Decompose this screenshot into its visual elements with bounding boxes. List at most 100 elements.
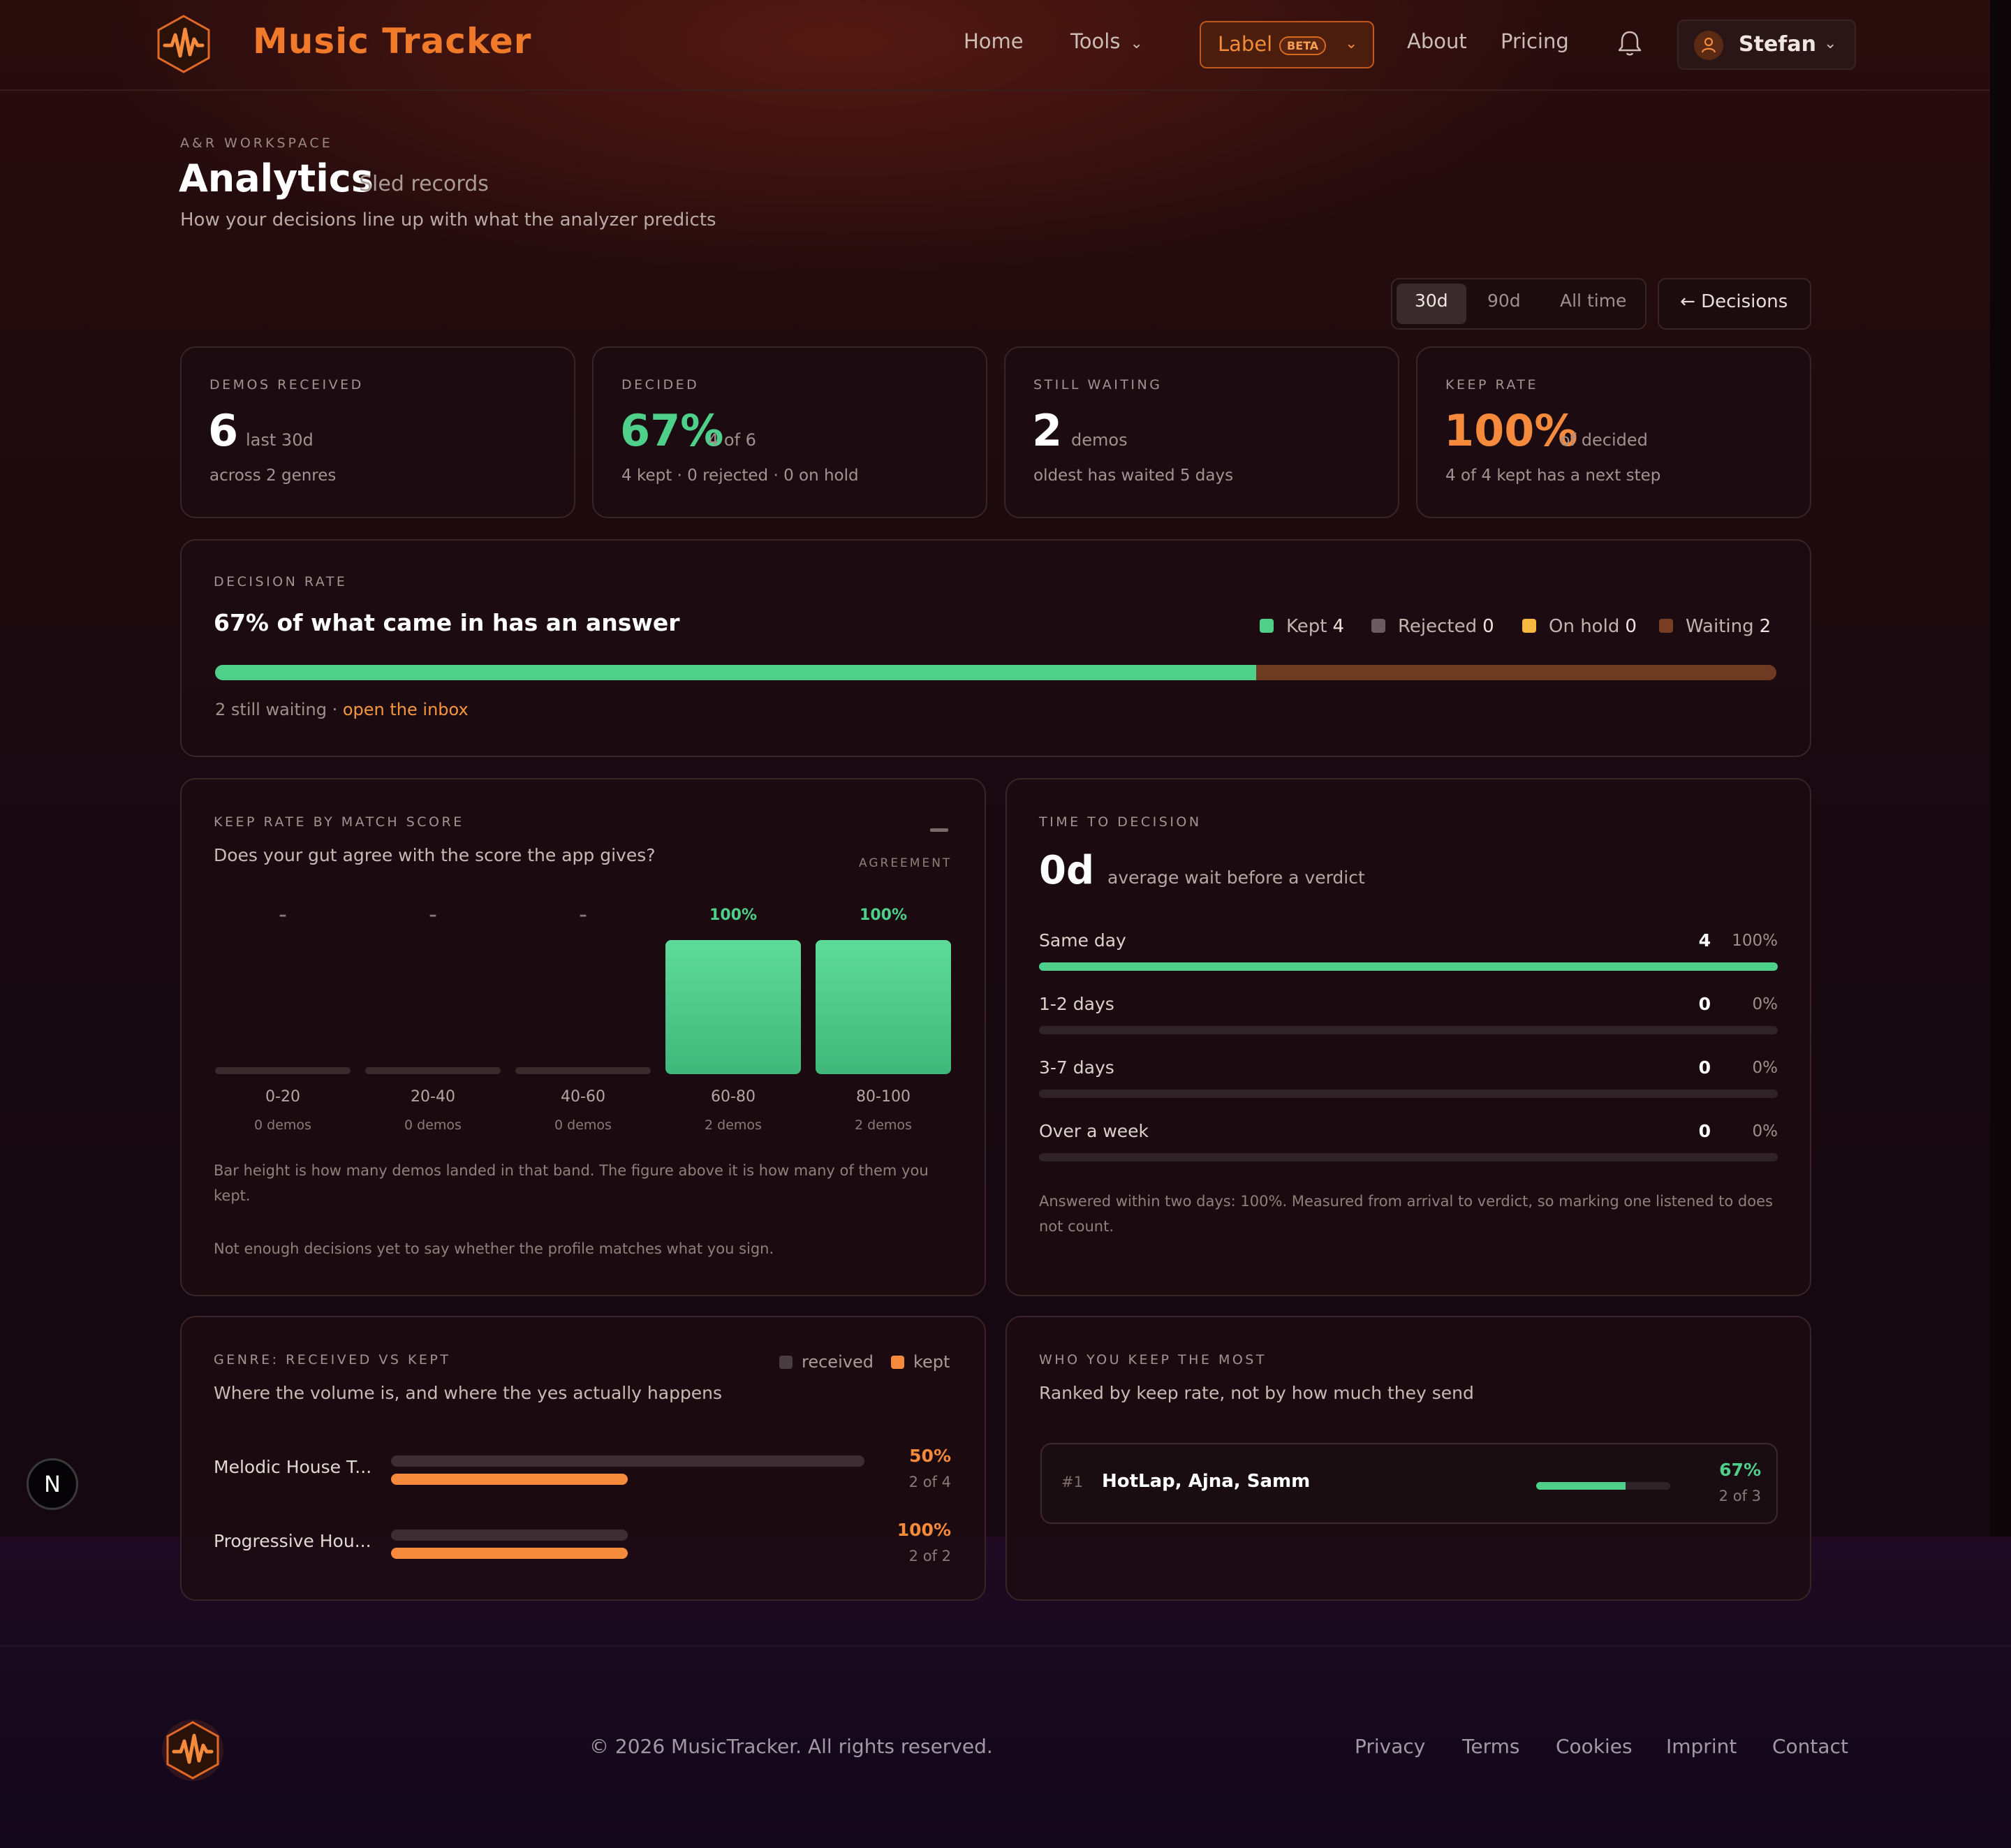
ttd-row-count: 0 [1698, 994, 1711, 1014]
band-keep-label: – [279, 907, 287, 924]
range-option-90d[interactable]: 90d [1487, 291, 1521, 311]
stat-foot: 4 of 4 kept has a next step [1445, 467, 1661, 485]
footer-link-terms[interactable]: Terms [1462, 1735, 1519, 1758]
nav-about[interactable]: About [1407, 29, 1467, 53]
chevron-down-icon: ⌄ [1130, 35, 1143, 52]
legend-name: kept [913, 1352, 950, 1372]
ttd-row-bar [1039, 1090, 1778, 1098]
footer-divider [0, 1645, 2011, 1647]
footer-link-privacy[interactable]: Privacy [1355, 1735, 1425, 1758]
agreement-label: AGREEMENT [859, 856, 952, 870]
who-you-keep-label: WHO YOU KEEP THE MOST [1039, 1352, 1267, 1367]
artist-row[interactable]: #1 HotLap, Ajna, Samm 67% 2 of 3 [1040, 1443, 1778, 1524]
band-range-label: 60-80 [711, 1088, 756, 1106]
band-keep-label: 100% [709, 907, 757, 924]
stat-label: DECIDED [621, 377, 700, 393]
brand-logo-icon[interactable] [154, 14, 214, 74]
nav-home[interactable]: Home [964, 29, 1024, 53]
collapse-icon[interactable] [930, 828, 948, 832]
floating-n-badge[interactable]: N [27, 1458, 78, 1510]
decisions-button[interactable]: ← Decisions [1658, 278, 1811, 330]
ttd-row-label: Same day [1039, 930, 1126, 951]
legend-name: On hold [1549, 616, 1620, 637]
legend-kept: Kept 4 [1260, 616, 1344, 637]
legend-waiting: Waiting 2 [1659, 616, 1771, 637]
keep-rate-label: KEEP RATE BY MATCH SCORE [214, 814, 464, 830]
decision-rate-note-text: 2 still waiting · [215, 700, 343, 719]
band-count-label: 2 demos [855, 1117, 912, 1133]
footer-copyright: © 2026 MusicTracker. All rights reserved… [589, 1735, 993, 1758]
footer-link-imprint[interactable]: Imprint [1666, 1735, 1737, 1758]
time-to-decision-note: Answered within two days: 100%. Measured… [1039, 1193, 1773, 1235]
page-title-sub: Sled records [359, 172, 489, 196]
stat-foot: across 2 genres [209, 467, 337, 485]
scrollbar-track[interactable] [1990, 0, 2011, 1537]
decision-rate-kept-fill [215, 665, 1257, 680]
ttd-row-pct: 100% [1732, 932, 1778, 950]
stat-unit: demos [1071, 430, 1128, 450]
time-range-selector: 30d 90d All time [1391, 278, 1647, 330]
band-bar-empty [365, 1067, 501, 1074]
footer-logo-icon[interactable] [159, 1717, 226, 1784]
ttd-row-bar [1039, 962, 1778, 971]
ttd-row-count: 0 [1698, 1121, 1711, 1141]
ttd-row-bar [1039, 1026, 1778, 1034]
brand-name[interactable]: Music Tracker [253, 21, 531, 61]
decision-rate-card [180, 539, 1811, 757]
stat-unit: last 30d [246, 430, 314, 450]
ttd-row-bar [1039, 1153, 1778, 1161]
ttd-row-label: 3-7 days [1039, 1057, 1114, 1078]
legend-name: received [802, 1352, 874, 1372]
legend-on-hold: On hold 0 [1522, 616, 1637, 637]
genre-kept-bar [391, 1474, 628, 1485]
nav-label-text: Label [1218, 32, 1273, 56]
band-count-label: 2 demos [705, 1117, 762, 1133]
nav-tools[interactable]: Tools ⌄ [1070, 29, 1143, 53]
artist-name: HotLap, Ajna, Samm [1102, 1471, 1311, 1492]
footer-link-contact[interactable]: Contact [1772, 1735, 1848, 1758]
nav-label-dropdown[interactable]: Label BETA ⌄ [1200, 21, 1374, 68]
ttd-row-label: 1-2 days [1039, 994, 1114, 1014]
range-option-all-time[interactable]: All time [1560, 291, 1626, 311]
genre-keep-frac: 2 of 2 [908, 1548, 951, 1564]
artist-keep-pct: 67% [1719, 1460, 1761, 1480]
band-keep-label: 100% [860, 907, 907, 924]
genre-name: Melodic House T... [214, 1457, 372, 1477]
legend-value: 2 [1759, 616, 1771, 637]
time-to-decision-label: TIME TO DECISION [1039, 814, 1202, 830]
open-inbox-link[interactable]: open the inbox [343, 700, 469, 719]
keep-rate-note-2: Not enough decisions yet to say whether … [214, 1240, 774, 1257]
artist-keep-fill [1536, 1482, 1626, 1490]
user-name: Stefan [1739, 32, 1816, 57]
stat-value: 100% [1444, 405, 1578, 456]
genre-legend-received: received [779, 1352, 874, 1372]
legend-rejected: Rejected 0 [1371, 616, 1494, 637]
chevron-down-icon: ⌄ [1824, 35, 1837, 52]
beta-badge: BETA [1279, 36, 1327, 55]
bell-icon[interactable] [1614, 28, 1645, 59]
legend-swatch [1371, 619, 1385, 633]
decision-rate-note: 2 still waiting · open the inbox [215, 700, 469, 719]
keep-rate-description: Does your gut agree with the score the a… [214, 845, 656, 865]
legend-swatch [891, 1356, 904, 1369]
range-option-30d[interactable]: 30d [1415, 291, 1448, 311]
genre-description: Where the volume is, and where the yes a… [214, 1383, 723, 1403]
legend-value: 0 [1482, 616, 1494, 637]
stat-card-still-waiting: STILL WAITING 2 demos oldest has waited … [1004, 346, 1399, 518]
band-range-label: 40-60 [561, 1088, 605, 1106]
stat-card-keep-rate: KEEP RATE 100% of decided 4 of 4 kept ha… [1416, 346, 1811, 518]
band-count-label: 0 demos [404, 1117, 462, 1133]
artist-keep-frac: 2 of 3 [1718, 1488, 1761, 1504]
user-menu-button[interactable]: Stefan ⌄ [1677, 20, 1856, 70]
legend-swatch [1659, 619, 1673, 633]
genre-name: Progressive Hou... [214, 1531, 371, 1551]
legend-swatch [779, 1356, 793, 1369]
nav-pricing[interactable]: Pricing [1501, 29, 1569, 53]
band-bar [665, 940, 801, 1074]
footer-link-cookies[interactable]: Cookies [1556, 1735, 1633, 1758]
legend-swatch [1522, 619, 1536, 633]
ttd-row-label: Over a week [1039, 1121, 1149, 1141]
legend-name: Kept [1286, 616, 1327, 637]
page-background [0, 0, 1990, 1537]
genre-received-bar [391, 1455, 864, 1467]
